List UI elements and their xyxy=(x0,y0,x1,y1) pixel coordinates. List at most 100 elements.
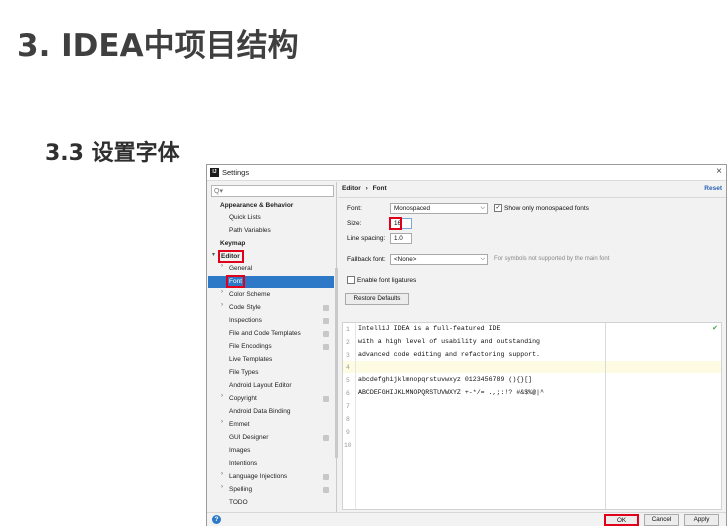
intellij-app-icon: IJ xyxy=(210,168,219,177)
sidebar-item-live-templates[interactable]: Live Templates xyxy=(229,354,272,366)
dialog-footer: ? OK Cancel Apply xyxy=(207,512,726,526)
font-ligatures-label: Enable font ligatures xyxy=(357,277,417,284)
breadcrumb-separator: › xyxy=(365,185,368,192)
monospaced-only-label: Show only monospaced fonts xyxy=(504,205,589,212)
sidebar-item-code-style[interactable]: Code Style xyxy=(229,302,333,314)
line-number: 10 xyxy=(344,442,352,449)
chevron-right-icon[interactable]: › xyxy=(221,419,223,425)
sidebar-item-android-data-binding[interactable]: Android Data Binding xyxy=(229,406,290,418)
editor-highlight-box xyxy=(218,250,244,263)
sidebar-item-appearance-behavior[interactable]: Appearance & Behavior xyxy=(220,200,293,212)
line-number: 3 xyxy=(346,352,350,359)
font-select[interactable]: Monospaced ⌵ xyxy=(390,203,488,214)
line-number: 9 xyxy=(346,429,350,436)
breadcrumb-parent[interactable]: Editor xyxy=(342,185,361,192)
sidebar-item-label: Copyright xyxy=(229,395,257,402)
sidebar-item-copyright[interactable]: Copyright xyxy=(229,393,333,405)
chevron-right-icon[interactable]: › xyxy=(221,484,223,490)
preview-code-line: abcdefghijklmnopqrstuvwxyz 0123456789 ()… xyxy=(358,376,533,383)
search-icon: Q▾ xyxy=(214,188,223,195)
chevron-right-icon[interactable]: › xyxy=(221,289,223,295)
sidebar-item-file-and-code-templates[interactable]: File and Code Templates xyxy=(229,328,333,340)
reset-link[interactable]: Reset xyxy=(704,185,722,192)
preview-code-line: with a high level of usability and outst… xyxy=(358,338,541,345)
chevron-right-icon[interactable]: › xyxy=(221,471,223,477)
apply-button[interactable]: Apply xyxy=(684,514,719,526)
sidebar-item-todo[interactable]: TODO xyxy=(229,497,248,509)
sidebar-item-language-injections[interactable]: Language Injections xyxy=(229,471,333,483)
line-number: 6 xyxy=(346,390,350,397)
sidebar-item-gui-designer[interactable]: GUI Designer xyxy=(229,432,333,444)
chevron-right-icon[interactable]: › xyxy=(221,302,223,308)
size-highlight-box xyxy=(389,217,402,230)
sidebar-item-label: Code Style xyxy=(229,304,261,311)
cancel-button[interactable]: Cancel xyxy=(644,514,679,526)
slide-subtitle: 3.3 设置字体 xyxy=(45,141,180,166)
fallback-font-hint: For symbols not supported by the main fo… xyxy=(494,256,610,262)
sidebar-item-label: GUI Designer xyxy=(229,434,269,441)
line-spacing-label: Line spacing: xyxy=(347,235,386,242)
line-spacing-input[interactable]: 1.0 xyxy=(390,233,412,244)
font-settings-panel: Editor › Font Reset Font: Monospaced ⌵ ✓… xyxy=(338,182,726,512)
size-label: Size: xyxy=(347,220,362,227)
project-copy-icon xyxy=(323,318,329,324)
sidebar-item-android-layout-editor[interactable]: Android Layout Editor xyxy=(229,380,292,392)
project-copy-icon xyxy=(323,305,329,311)
sidebar-item-intentions[interactable]: Intentions xyxy=(229,458,257,470)
settings-dialog: IJ Settings × Q▾ Appearance & Behavior Q… xyxy=(206,164,727,526)
dialog-titlebar: IJ Settings × xyxy=(207,165,726,181)
gutter-divider xyxy=(355,323,356,509)
sidebar-item-inspections[interactable]: Inspections xyxy=(229,315,333,327)
preview-code-line: advanced code editing and refactoring su… xyxy=(358,351,541,358)
close-icon[interactable]: × xyxy=(716,166,722,177)
settings-search-input[interactable]: Q▾ xyxy=(211,185,334,197)
project-copy-icon xyxy=(323,487,329,493)
sidebar-item-color-scheme[interactable]: Color Scheme xyxy=(229,289,270,301)
font-ligatures-checkbox[interactable] xyxy=(347,276,355,284)
sidebar-item-file-types[interactable]: File Types xyxy=(229,367,259,379)
dialog-title: Settings xyxy=(222,168,250,177)
help-icon[interactable]: ? xyxy=(212,515,221,524)
chevron-right-icon[interactable]: › xyxy=(221,393,223,399)
current-line-highlight xyxy=(343,361,721,373)
header-divider xyxy=(338,197,726,198)
chevron-right-icon[interactable]: › xyxy=(221,263,223,269)
settings-sidebar: Q▾ Appearance & Behavior Quick Lists Pat… xyxy=(208,182,338,512)
sidebar-item-spelling[interactable]: Spelling xyxy=(229,484,333,496)
sidebar-item-path-variables[interactable]: Path Variables xyxy=(229,225,271,237)
project-copy-icon xyxy=(323,331,329,337)
font-preview-editor[interactable]: ✔ 1 IntelliJ IDEA is a full-featured IDE… xyxy=(342,322,722,510)
sidebar-item-label: Spelling xyxy=(229,486,253,493)
line-number: 5 xyxy=(346,377,350,384)
sidebar-item-general[interactable]: General xyxy=(229,263,252,275)
sidebar-item-keymap[interactable]: Keymap xyxy=(220,238,245,250)
slide-title: 3. IDEA中项目结构 xyxy=(17,28,299,64)
font-select-value: Monospaced xyxy=(394,205,431,212)
fallback-font-select[interactable]: <None> ⌵ xyxy=(390,254,488,265)
line-number: 1 xyxy=(346,326,350,333)
chevron-down-icon[interactable]: ▾ xyxy=(212,251,215,258)
sidebar-item-quick-lists[interactable]: Quick Lists xyxy=(229,212,261,224)
sidebar-item-images[interactable]: Images xyxy=(229,445,250,457)
restore-defaults-button[interactable]: Restore Defaults xyxy=(345,293,409,305)
line-number: 2 xyxy=(346,339,350,346)
sidebar-item-emmet[interactable]: Emmet xyxy=(229,419,250,431)
project-copy-icon xyxy=(323,474,329,480)
breadcrumb-current: Font xyxy=(372,185,387,192)
project-copy-icon xyxy=(323,396,329,402)
ok-button[interactable]: OK xyxy=(604,514,639,526)
chevron-down-icon: ⌵ xyxy=(480,205,485,211)
preview-code-line: IntelliJ IDEA is a full-featured IDE xyxy=(358,325,501,332)
project-copy-icon xyxy=(323,344,329,350)
check-icon: ✔ xyxy=(712,324,718,332)
font-highlight-box xyxy=(226,275,245,288)
monospaced-only-checkbox[interactable]: ✓ xyxy=(494,204,502,212)
line-spacing-value: 1.0 xyxy=(394,235,403,242)
line-number: 7 xyxy=(346,403,350,410)
sidebar-item-file-encodings[interactable]: File Encodings xyxy=(229,341,333,353)
preview-code-line: ABCDEFGHIJKLMNOPQRSTUVWXYZ +-*/= .,;:!? … xyxy=(358,389,544,396)
line-number: 8 xyxy=(346,416,350,423)
fallback-font-label: Fallback font: xyxy=(347,256,386,263)
sidebar-item-label: File and Code Templates xyxy=(229,330,301,337)
sidebar-item-label: File Encodings xyxy=(229,343,272,350)
